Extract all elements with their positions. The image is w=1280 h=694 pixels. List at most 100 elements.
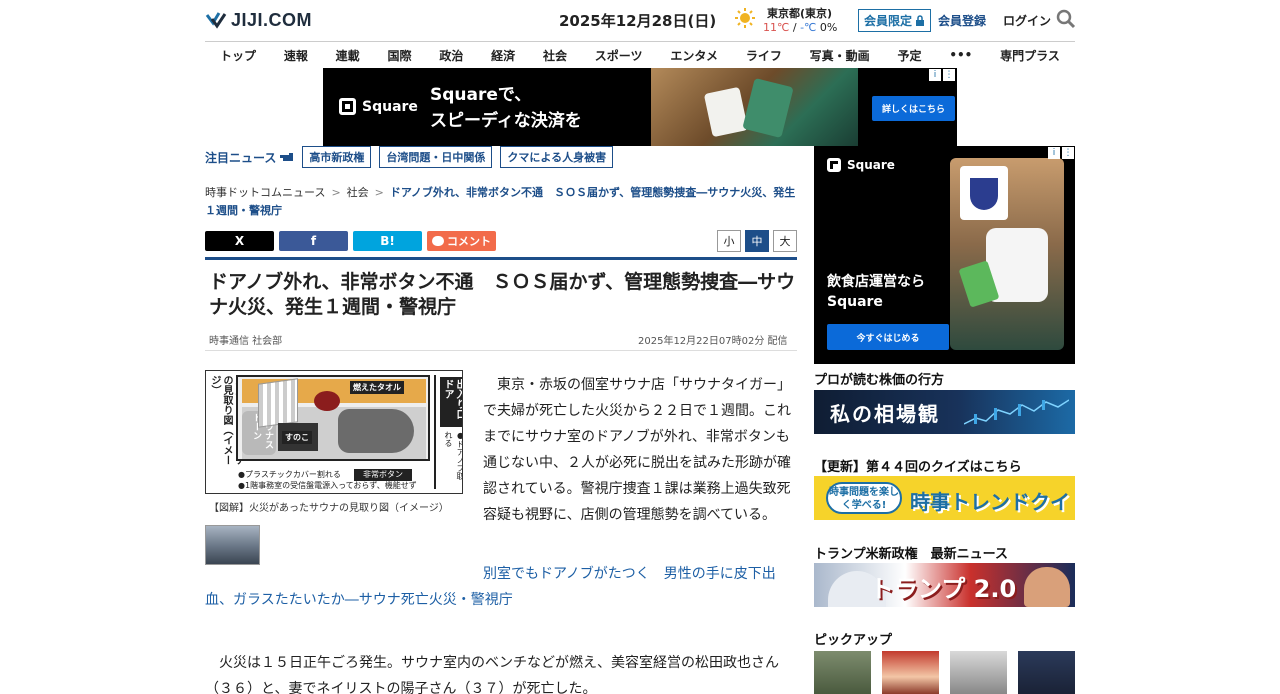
breadcrumb: 時事ドットコムニュース > 社会 > ドアノブ外れ、非常ボタン不通 ＳＯＳ届かず、管理態…: [205, 186, 796, 217]
figure-towel-label: 燃えたタオル: [350, 381, 404, 394]
ad-info-icon[interactable]: i: [1048, 147, 1060, 159]
hot-news-bar: 注目ニュース 高市新政権 台湾問題・日中関係 クマによる人身被害: [205, 146, 614, 168]
nav-sports[interactable]: スポーツ: [595, 47, 643, 64]
side-banner-ad[interactable]: Square 飲食店運営なら Square 今すぐはじめる i ⋮: [814, 146, 1075, 364]
ad-menu-icon[interactable]: ⋮: [943, 69, 955, 81]
figure-emergency-button-label: 非常ボタン: [354, 469, 412, 481]
top-banner-ad[interactable]: Square Squareで、 スピーディな決済を 詳しくはこちら i ⋮: [323, 68, 957, 146]
main-nav: トップ 速報 連載 国際 政治 経済 社会 スポーツ エンタメ ライフ 写真・動…: [205, 41, 1075, 68]
register-link[interactable]: 会員登録: [938, 12, 986, 29]
quiz-banner-text: 時事トレンドクイズ: [910, 490, 1070, 520]
side-ad-copy-1: 飲食店運営なら: [827, 274, 925, 290]
hot-news-label: 注目ニュース: [205, 149, 294, 166]
article-body: 火災は１５日正午ごろ発生。サウナ室内のベンチなどが燃え、美容室経営の松田政也さん…: [205, 655, 779, 694]
figure-hand-illustration: [338, 409, 414, 453]
pickup-thumbnails: [814, 651, 1075, 694]
nav-life[interactable]: ライフ: [746, 47, 782, 64]
font-size-small[interactable]: 小: [717, 230, 741, 252]
current-date: 2025年12月28日(日): [559, 12, 717, 30]
font-size-medium[interactable]: 中: [745, 230, 769, 252]
related-article-link[interactable]: 別室でもドアノブがたつく 男性の手に皮下出血、ガラスたたいたか―サウナ死亡火災・…: [205, 561, 797, 613]
figure-towel: [314, 391, 340, 411]
square-logo: Square: [339, 98, 418, 115]
nav-top[interactable]: トップ: [220, 47, 256, 64]
nav-schedule[interactable]: 予定: [897, 47, 921, 64]
related-article-text[interactable]: 別室でもドアノブがたつく 男性の手に皮下出血、ガラスたたいたか―サウナ死亡火災・…: [205, 566, 776, 608]
ad-info-icon[interactable]: i: [929, 69, 941, 81]
top-ad-line1: Squareで、: [430, 85, 532, 105]
share-facebook-button[interactable]: f: [279, 231, 348, 251]
pickup-thumbnail[interactable]: [1018, 651, 1075, 694]
share-x-button[interactable]: X: [205, 231, 274, 251]
site-logo[interactable]: JIJI.COM: [205, 9, 312, 31]
comment-bubble-icon: [432, 236, 444, 246]
square-logo-icon: [339, 98, 356, 115]
article-lead: 東京・赤坂の個室サウナ店「サウナタイガー」で夫婦が死亡した火災から２２日で１週間…: [483, 377, 791, 523]
sidebar-title-trump[interactable]: トランプ米新政権 最新ニュース: [814, 543, 1008, 562]
figure-door-note: ●たたいた跡 ●ドアノブ取れる: [444, 431, 463, 480]
figure-door-label: 出入り口ドア: [440, 377, 462, 427]
sauna-floorplan-figure[interactable]: 火災があったサウナの見取り図（イメージ） サウナストーン 燃えたタオル すのこ …: [205, 370, 463, 494]
nav-series[interactable]: 連載: [336, 47, 360, 64]
font-size-large[interactable]: 大: [773, 230, 797, 252]
breadcrumb-section[interactable]: 社会: [347, 186, 369, 199]
stock-chart-icon: [964, 399, 1069, 425]
ad-menu-icon[interactable]: ⋮: [1062, 147, 1074, 159]
nav-society[interactable]: 社会: [543, 47, 567, 64]
temp-high: 11℃: [763, 21, 790, 34]
article-date: 2025年12月22日07時02分 配信: [638, 336, 788, 347]
quiz-banner[interactable]: 時事問題を楽しく学べる! 時事トレンドクイズ: [814, 476, 1075, 520]
side-ad-copy: 飲食店運営なら Square: [827, 272, 925, 312]
weather-place[interactable]: 東京都(東京): [767, 5, 832, 21]
font-size-selector: 小 中 大: [717, 230, 797, 252]
pointing-hand-icon: [280, 153, 294, 161]
nav-international[interactable]: 国際: [387, 47, 411, 64]
hot-tag-takaichi[interactable]: 高市新政権: [302, 146, 372, 168]
square-logo: Square: [827, 158, 895, 172]
sidebar-title-market[interactable]: プロが読む株価の行方: [814, 369, 944, 388]
sidebar-title-pickup: ピックアップ: [814, 633, 893, 648]
photo-thumbnail[interactable]: [205, 525, 260, 565]
breadcrumb-root[interactable]: 時事ドットコムニュース: [205, 186, 325, 199]
quiz-pill: 時事問題を楽しく学べる!: [826, 482, 902, 514]
hot-tag-bears[interactable]: クマによる人身被害: [500, 146, 614, 168]
top-ad-cta-button[interactable]: 詳しくはこちら: [872, 96, 956, 121]
sun-icon: [735, 8, 755, 28]
comment-button[interactable]: コメント: [427, 231, 496, 251]
login-link[interactable]: ログイン: [1003, 12, 1051, 29]
nav-photo-video[interactable]: 写真・動画: [810, 47, 870, 64]
market-outlook-banner[interactable]: 私の相場観: [814, 390, 1075, 434]
nav-special-plus[interactable]: 専門プラス: [1000, 47, 1060, 64]
nav-breaking[interactable]: 速報: [284, 47, 308, 64]
figure-mat-label: すのこ: [282, 431, 312, 444]
pickup-thumbnail[interactable]: [882, 651, 939, 694]
search-icon[interactable]: [1056, 9, 1076, 29]
logo-text: JIJI.COM: [231, 9, 313, 30]
divider: [205, 350, 797, 351]
portrait-image: [1024, 567, 1070, 607]
headline-rule: [205, 257, 797, 260]
square-brand: Square: [362, 98, 418, 115]
trump-banner-text: トランプ 2.0: [870, 575, 1017, 603]
market-banner-text: 私の相場観: [830, 402, 940, 426]
share-hatena-button[interactable]: B!: [353, 231, 422, 251]
trump-banner[interactable]: トランプ 2.0: [814, 563, 1075, 607]
figure-note-2: ●1階事務室の受信盤電源入っておらず、機能せず: [238, 481, 417, 490]
sidebar-title-quiz[interactable]: 【更新】第４４回のクイズはこちら: [814, 456, 1022, 475]
members-only-button[interactable]: 会員限定: [858, 9, 932, 32]
weather-temperature: 11℃ / -℃ 0%: [763, 21, 838, 34]
jiji-logo-icon: [205, 12, 227, 29]
side-ad-cta-button[interactable]: 今すぐはじめる: [827, 324, 949, 350]
nav-economy[interactable]: 経済: [491, 47, 515, 64]
hot-tag-taiwan[interactable]: 台湾問題・日中関係: [379, 146, 493, 168]
nav-entertainment[interactable]: エンタメ: [670, 47, 718, 64]
precip-chance: 0%: [819, 21, 838, 34]
nav-more[interactable]: •••: [949, 48, 972, 62]
top-ad-copy: Squareで、 スピーディな決済を: [430, 82, 582, 134]
lock-icon: [916, 15, 925, 26]
pickup-thumbnail[interactable]: [814, 651, 871, 694]
figure-door: 出入り口ドア ●たたいた跡 ●ドアノブ取れる: [434, 375, 463, 489]
pickup-thumbnail[interactable]: [950, 651, 1007, 694]
nav-politics[interactable]: 政治: [439, 47, 463, 64]
temp-low: -℃: [800, 21, 817, 34]
